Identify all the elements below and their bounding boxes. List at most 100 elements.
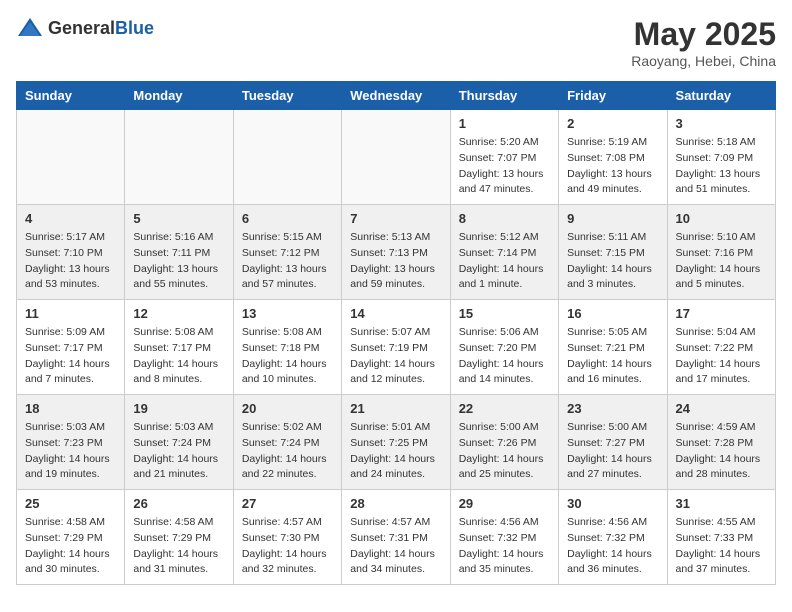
weekday-header-friday: Friday (559, 82, 667, 110)
day-info: Sunrise: 5:04 AM Sunset: 7:22 PM Dayligh… (676, 325, 767, 388)
day-number: 9 (567, 211, 658, 226)
day-number: 3 (676, 116, 767, 131)
day-info: Sunrise: 5:19 AM Sunset: 7:08 PM Dayligh… (567, 135, 658, 198)
day-info: Sunrise: 4:56 AM Sunset: 7:32 PM Dayligh… (567, 515, 658, 578)
calendar-day-cell: 24 Sunrise: 4:59 AM Sunset: 7:28 PM Dayli… (667, 395, 775, 490)
calendar-day-cell (342, 110, 450, 205)
location-subtitle: Raoyang, Hebei, China (631, 53, 776, 69)
calendar-day-cell: 21 Sunrise: 5:01 AM Sunset: 7:25 PM Dayli… (342, 395, 450, 490)
day-number: 20 (242, 401, 333, 416)
day-info: Sunrise: 5:12 AM Sunset: 7:14 PM Dayligh… (459, 230, 550, 293)
day-number: 5 (133, 211, 224, 226)
day-number: 8 (459, 211, 550, 226)
weekday-header-monday: Monday (125, 82, 233, 110)
calendar-day-cell: 19Sunrise: 5:03 AM Sunset: 7:24 PM Dayli… (125, 395, 233, 490)
day-info: Sunrise: 5:02 AM Sunset: 7:24 PM Dayligh… (242, 420, 333, 483)
weekday-header-sunday: Sunday (17, 82, 125, 110)
calendar-day-cell: 2 Sunrise: 5:19 AM Sunset: 7:08 PM Daylig… (559, 110, 667, 205)
day-info: Sunrise: 5:08 AM Sunset: 7:17 PM Dayligh… (133, 325, 224, 388)
calendar-day-cell (17, 110, 125, 205)
day-number: 21 (350, 401, 441, 416)
calendar-day-cell (233, 110, 341, 205)
day-info: Sunrise: 5:00 AM Sunset: 7:27 PM Dayligh… (567, 420, 658, 483)
day-info: Sunrise: 5:08 AM Sunset: 7:18 PM Dayligh… (242, 325, 333, 388)
day-number: 15 (459, 306, 550, 321)
day-info: Sunrise: 4:55 AM Sunset: 7:33 PM Dayligh… (676, 515, 767, 578)
day-info: Sunrise: 5:00 AM Sunset: 7:26 PM Dayligh… (459, 420, 550, 483)
day-info: Sunrise: 5:16 AM Sunset: 7:11 PM Dayligh… (133, 230, 224, 293)
day-number: 23 (567, 401, 658, 416)
title-area: May 2025 Raoyang, Hebei, China (631, 16, 776, 69)
month-year-title: May 2025 (631, 16, 776, 53)
day-info: Sunrise: 4:56 AM Sunset: 7:32 PM Dayligh… (459, 515, 550, 578)
page-header: GeneralBlue May 2025 Raoyang, Hebei, Chi… (16, 16, 776, 69)
calendar-week-row: 4 Sunrise: 5:17 AM Sunset: 7:10 PM Daylig… (17, 205, 776, 300)
calendar-day-cell: 13 Sunrise: 5:08 AM Sunset: 7:18 PM Dayli… (233, 300, 341, 395)
weekday-header-thursday: Thursday (450, 82, 558, 110)
calendar-day-cell: 29Sunrise: 4:56 AM Sunset: 7:32 PM Dayli… (450, 490, 558, 585)
day-number: 22 (459, 401, 550, 416)
day-info: Sunrise: 5:15 AM Sunset: 7:12 PM Dayligh… (242, 230, 333, 293)
day-number: 6 (242, 211, 333, 226)
day-info: Sunrise: 5:03 AM Sunset: 7:24 PM Dayligh… (133, 420, 224, 483)
calendar-day-cell: 11 Sunrise: 5:09 AM Sunset: 7:17 PM Dayli… (17, 300, 125, 395)
calendar-day-cell: 9 Sunrise: 5:11 AM Sunset: 7:15 PM Daylig… (559, 205, 667, 300)
calendar-day-cell: 17 Sunrise: 5:04 AM Sunset: 7:22 PM Dayli… (667, 300, 775, 395)
day-info: Sunrise: 5:03 AM Sunset: 7:23 PM Dayligh… (25, 420, 116, 483)
day-number: 26 (133, 496, 224, 511)
calendar-day-cell: 25Sunrise: 4:58 AM Sunset: 7:29 PM Dayli… (17, 490, 125, 585)
calendar-day-cell: 30Sunrise: 4:56 AM Sunset: 7:32 PM Dayli… (559, 490, 667, 585)
calendar-day-cell: 22 Sunrise: 5:00 AM Sunset: 7:26 PM Dayli… (450, 395, 558, 490)
day-number: 4 (25, 211, 116, 226)
calendar-day-cell: 15 Sunrise: 5:06 AM Sunset: 7:20 PM Dayli… (450, 300, 558, 395)
day-number: 17 (676, 306, 767, 321)
calendar-day-cell: 4 Sunrise: 5:17 AM Sunset: 7:10 PM Daylig… (17, 205, 125, 300)
calendar-week-row: 11 Sunrise: 5:09 AM Sunset: 7:17 PM Dayli… (17, 300, 776, 395)
logo-text-general: General (48, 18, 115, 38)
logo-text-blue: Blue (115, 18, 154, 38)
day-info: Sunrise: 5:18 AM Sunset: 7:09 PM Dayligh… (676, 135, 767, 198)
calendar-week-row: 1Sunrise: 5:20 AM Sunset: 7:07 PM Daylig… (17, 110, 776, 205)
calendar-day-cell: 27 Sunrise: 4:57 AM Sunset: 7:30 PM Dayli… (233, 490, 341, 585)
day-info: Sunrise: 4:58 AM Sunset: 7:29 PM Dayligh… (133, 515, 224, 578)
calendar-day-cell: 16Sunrise: 5:05 AM Sunset: 7:21 PM Dayli… (559, 300, 667, 395)
day-info: Sunrise: 4:59 AM Sunset: 7:28 PM Dayligh… (676, 420, 767, 483)
day-number: 11 (25, 306, 116, 321)
calendar-day-cell: 23 Sunrise: 5:00 AM Sunset: 7:27 PM Dayli… (559, 395, 667, 490)
day-info: Sunrise: 5:06 AM Sunset: 7:20 PM Dayligh… (459, 325, 550, 388)
day-number: 16 (567, 306, 658, 321)
day-info: Sunrise: 5:01 AM Sunset: 7:25 PM Dayligh… (350, 420, 441, 483)
logo-icon (16, 16, 44, 40)
calendar-day-cell: 20 Sunrise: 5:02 AM Sunset: 7:24 PM Dayli… (233, 395, 341, 490)
weekday-header-wednesday: Wednesday (342, 82, 450, 110)
logo: GeneralBlue (16, 16, 154, 40)
calendar-day-cell: 14Sunrise: 5:07 AM Sunset: 7:19 PM Dayli… (342, 300, 450, 395)
day-number: 31 (676, 496, 767, 511)
day-number: 2 (567, 116, 658, 131)
day-info: Sunrise: 5:10 AM Sunset: 7:16 PM Dayligh… (676, 230, 767, 293)
day-number: 7 (350, 211, 441, 226)
day-number: 13 (242, 306, 333, 321)
calendar-day-cell: 8 Sunrise: 5:12 AM Sunset: 7:14 PM Daylig… (450, 205, 558, 300)
day-info: Sunrise: 5:07 AM Sunset: 7:19 PM Dayligh… (350, 325, 441, 388)
day-info: Sunrise: 4:58 AM Sunset: 7:29 PM Dayligh… (25, 515, 116, 578)
day-number: 24 (676, 401, 767, 416)
calendar-day-cell: 1Sunrise: 5:20 AM Sunset: 7:07 PM Daylig… (450, 110, 558, 205)
weekday-header-tuesday: Tuesday (233, 82, 341, 110)
day-number: 27 (242, 496, 333, 511)
calendar-table: SundayMondayTuesdayWednesdayThursdayFrid… (16, 81, 776, 585)
day-info: Sunrise: 4:57 AM Sunset: 7:30 PM Dayligh… (242, 515, 333, 578)
calendar-day-cell: 7Sunrise: 5:13 AM Sunset: 7:13 PM Daylig… (342, 205, 450, 300)
weekday-header-saturday: Saturday (667, 82, 775, 110)
calendar-day-cell: 18Sunrise: 5:03 AM Sunset: 7:23 PM Dayli… (17, 395, 125, 490)
day-info: Sunrise: 5:09 AM Sunset: 7:17 PM Dayligh… (25, 325, 116, 388)
calendar-day-cell: 31 Sunrise: 4:55 AM Sunset: 7:33 PM Dayli… (667, 490, 775, 585)
day-info: Sunrise: 5:11 AM Sunset: 7:15 PM Dayligh… (567, 230, 658, 293)
day-info: Sunrise: 5:17 AM Sunset: 7:10 PM Dayligh… (25, 230, 116, 293)
day-number: 10 (676, 211, 767, 226)
calendar-day-cell: 26 Sunrise: 4:58 AM Sunset: 7:29 PM Dayli… (125, 490, 233, 585)
calendar-day-cell: 28Sunrise: 4:57 AM Sunset: 7:31 PM Dayli… (342, 490, 450, 585)
calendar-day-cell (125, 110, 233, 205)
calendar-day-cell: 12Sunrise: 5:08 AM Sunset: 7:17 PM Dayli… (125, 300, 233, 395)
calendar-day-cell: 6 Sunrise: 5:15 AM Sunset: 7:12 PM Daylig… (233, 205, 341, 300)
